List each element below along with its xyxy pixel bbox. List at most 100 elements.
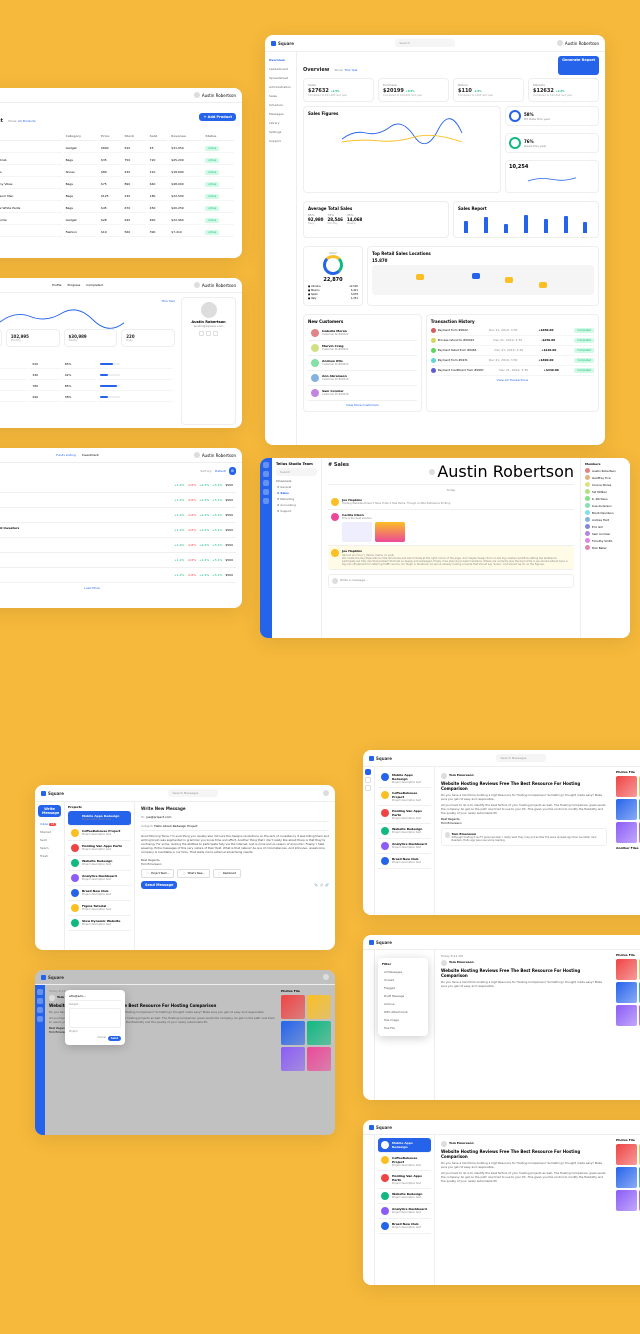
reply-text[interactable]: Although hosting it isn't't personal dea… (452, 836, 603, 842)
nav-admin[interactable]: Administration (267, 83, 294, 91)
attachment-preview[interactable] (342, 522, 372, 542)
customer-row[interactable]: Ann AbramsonCustomer ID #00219 (308, 371, 417, 386)
member-item[interactable]: Connie Shires (585, 482, 626, 487)
fund-row[interactable]: New Stock Fund 2019Equity Large Cap+1.2%… (0, 478, 236, 493)
photo-thumb[interactable] (616, 1144, 637, 1165)
search-input[interactable]: Search (276, 468, 317, 476)
project-item[interactable]: View Dynamic WebsiteProject description … (68, 916, 131, 931)
tab-completed[interactable]: Completed (86, 283, 102, 287)
nav-sales[interactable]: Sales (267, 92, 294, 100)
attachment-chip[interactable]: 📄What's New... (177, 869, 209, 878)
project-item[interactable]: Analytics DashboardProject description t… (378, 1204, 431, 1219)
attachment-chip[interactable]: 📄Dashboard (213, 869, 242, 878)
message-body[interactable]: Good Morning Tonia, I'm sure thing you u… (141, 834, 329, 866)
fund-row[interactable]: Small FundEquity Small Cap+1.2%-0.8%+2.4… (0, 508, 236, 523)
nav-icon[interactable] (37, 989, 43, 995)
member-item[interactable]: Andrea Hart (585, 517, 626, 522)
project-item[interactable]: Holding Van Apps PartnProject descriptio… (378, 1171, 431, 1189)
project-item[interactable]: Website RedesignProject description text (378, 1189, 431, 1204)
nav-icon[interactable] (37, 1016, 43, 1022)
transaction-row[interactable]: Process refund to #00910Dec 21, 2019, 3:… (431, 336, 594, 346)
col-header[interactable]: Category (64, 132, 97, 141)
view-all-link[interactable]: View All Transactions (431, 378, 594, 382)
project-item[interactable]: CoffeeRehouse ProjectProject description… (378, 1153, 431, 1171)
member-item[interactable]: Austin Robertson (585, 468, 626, 473)
mail-nav-item[interactable]: Trash (38, 852, 61, 860)
nav-icon[interactable] (263, 471, 269, 477)
social-icon[interactable] (199, 331, 204, 336)
dropdown-item[interactable]: All Messages (382, 968, 424, 976)
nav-icon[interactable] (263, 480, 269, 486)
user[interactable] (323, 974, 329, 980)
dropdown-item[interactable]: With Attachment (382, 1008, 424, 1016)
toolbar-icon[interactable]: 🔗 (325, 883, 329, 887)
message-input[interactable]: Write a message... (328, 574, 574, 588)
attachment-preview[interactable] (375, 522, 405, 542)
nav-library[interactable]: Library (267, 119, 294, 127)
channel-item[interactable]: # Support (276, 508, 317, 514)
member-item[interactable]: Lisa Anderson (585, 503, 626, 508)
photo-thumb[interactable] (616, 1005, 637, 1026)
col-header[interactable]: Sold (148, 132, 168, 141)
table-row[interactable]: Smooth Hair VanillaGadget$28940820$22,96… (0, 215, 234, 225)
project-item[interactable]: Website RedesignProject description text (68, 856, 131, 871)
user[interactable]: Austin Robertson (194, 282, 236, 288)
tab-investment[interactable]: Investment (82, 453, 99, 457)
view-more-link[interactable]: View More Customers (308, 403, 417, 407)
cancel-button[interactable]: Cancel (97, 1036, 105, 1041)
nav-icon[interactable] (365, 785, 371, 791)
toolbar-icon[interactable]: 📎 (314, 883, 318, 887)
add-product-button[interactable]: + Add Product (199, 113, 236, 121)
photo-thumb[interactable] (307, 995, 331, 1019)
search-input[interactable]: Search Messages (168, 789, 218, 797)
send-button[interactable]: Send (108, 1036, 121, 1041)
nav-overview[interactable]: Overview (267, 56, 294, 64)
project-item[interactable]: Analytics DashboardProject description t… (378, 839, 431, 854)
mail-nav-item[interactable]: Sent (38, 836, 61, 844)
fund-row[interactable]: Pan Pacific FundsInternational+1.2%-0.8%… (0, 568, 236, 583)
project-item[interactable]: Brasil New ClubProject description text (378, 1219, 431, 1234)
write-button[interactable]: Write Message (38, 805, 61, 817)
send-button[interactable]: Send Message (141, 881, 177, 889)
photo-thumb[interactable] (307, 1021, 331, 1045)
mail-nav-item[interactable]: Spam (38, 844, 61, 852)
photo-thumb[interactable] (616, 822, 637, 843)
nav-icon[interactable] (263, 489, 269, 495)
photo-thumb[interactable] (616, 959, 637, 980)
customer-row[interactable]: Andrew OtisCustomer ID #00220 (308, 356, 417, 371)
transaction-row[interactable]: Payment CreditCard from #0987Dec 21, 201… (431, 366, 594, 376)
transaction-row[interactable]: Payment from #0022Dec 21, 2019, 3:30+$65… (431, 326, 594, 336)
customer-row[interactable]: Sam CormierCustomer ID #00218 (308, 386, 417, 401)
to-field[interactable]: joe@project.com (146, 815, 171, 819)
table-row[interactable]: Small Bag Pillow White PantsBags$4567045… (0, 203, 234, 213)
subject-field[interactable]: Hello About Redesign Project (154, 824, 197, 828)
member-item[interactable]: Timothy Smith (585, 538, 626, 543)
photo-thumb[interactable] (281, 1021, 305, 1045)
nav-support[interactable]: Support (267, 137, 294, 145)
period[interactable]: This Year (162, 299, 175, 303)
photo-thumb[interactable] (281, 995, 305, 1019)
tab-listing[interactable]: Funds Listing (56, 453, 76, 457)
nav-icon[interactable] (263, 498, 269, 504)
col-header[interactable]: Status (203, 132, 234, 141)
fund-row[interactable]: Lifestyle FundLifestyle Index+1.2%-0.8%+… (0, 553, 236, 568)
mail-nav-item[interactable]: Inbox 15 (38, 820, 61, 828)
member-item[interactable]: K. Kitchens (585, 496, 626, 501)
col-header[interactable]: Product (0, 132, 62, 141)
dropdown-item[interactable]: Has File (382, 1024, 424, 1032)
project-item[interactable]: CoffeeRehouse ProjectProject description… (68, 826, 131, 841)
nav-leaderboard[interactable]: Leaderboard (267, 65, 294, 73)
dropdown-item[interactable]: Flagged (382, 984, 424, 992)
dropdown-item[interactable]: Unread (382, 976, 424, 984)
customer-row[interactable]: Marvin CraigCustomer ID #00221 (308, 341, 417, 356)
member-item[interactable]: Geoffrey Tice (585, 475, 626, 480)
fund-row[interactable]: Smallcap GrowthEquity Small Cap+1.2%-0.8… (0, 493, 236, 508)
modal-body[interactable] (69, 1008, 121, 1028)
project-item[interactable]: Analytics DashboardProject description t… (68, 871, 131, 886)
member-item[interactable]: Rick Baker (585, 545, 626, 550)
project-item[interactable]: Holding Van Apps PartnProject descriptio… (378, 806, 431, 824)
nav-schedule[interactable]: Schedule (267, 101, 294, 109)
nav-messages[interactable]: Messages (267, 110, 294, 118)
photo-thumb[interactable] (616, 799, 637, 820)
project-item[interactable]: Mobile Apps RedesignProject description … (68, 811, 131, 826)
